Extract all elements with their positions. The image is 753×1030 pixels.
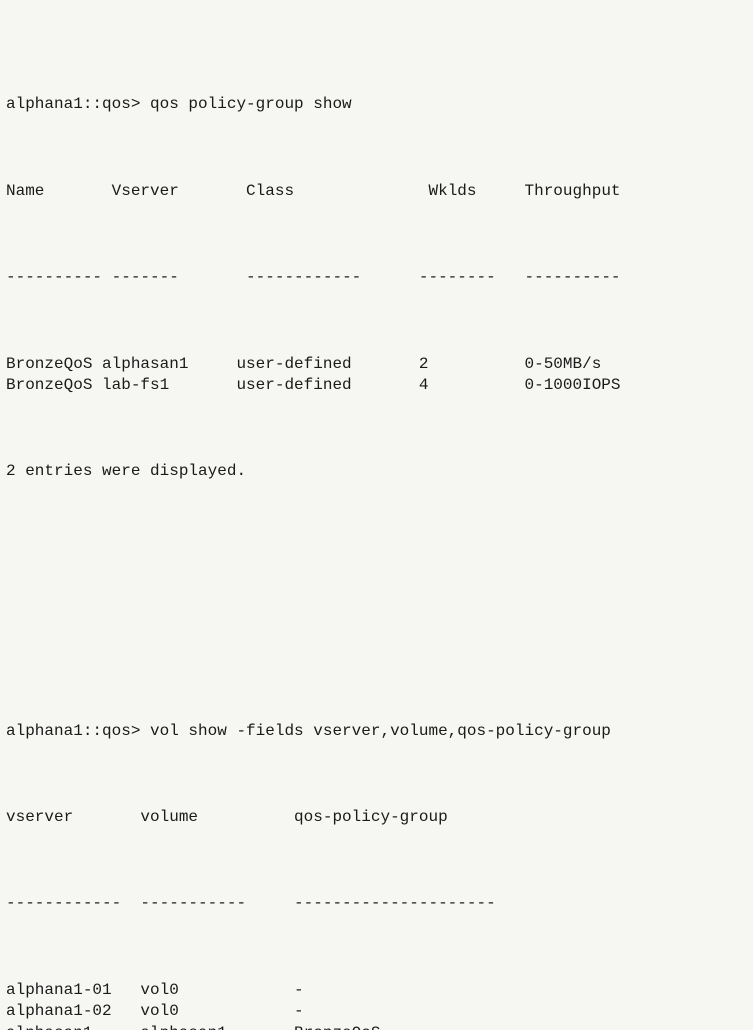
terminal-output: alphana1::qos> qos policy-group show Nam…	[6, 8, 747, 1030]
table-row: alphasan1 alphasan1 BronzeQoS	[6, 1023, 747, 1030]
sep-volume: -----------	[140, 894, 294, 912]
sep-qpg: ---------------------	[294, 894, 496, 912]
qos-rows: BronzeQoS alphasan1 user-defined 2 0-50M…	[6, 354, 747, 397]
col-vserver: vserver	[6, 808, 140, 826]
col-throughput: Throughput	[525, 182, 621, 200]
command-line-1: alphana1::qos> qos policy-group show	[6, 94, 747, 116]
sep-class: ------------	[246, 268, 419, 286]
command: qos policy-group show	[140, 95, 351, 113]
qos-footer: 2 entries were displayed.	[6, 461, 747, 483]
col-class: Class	[246, 182, 428, 200]
sep-wklds: --------	[419, 268, 525, 286]
qos-sep-row: ---------- ------- ------------ --------…	[6, 267, 747, 289]
sep-vserver: -------	[112, 268, 246, 286]
vol-rows: alphana1-01 vol0 -alphana1-02 vol0 -alph…	[6, 980, 747, 1030]
vol-header-row: vserver volume qos-policy-group	[6, 807, 747, 829]
col-wklds: Wklds	[428, 182, 524, 200]
table-row: alphana1-01 vol0 -	[6, 980, 747, 1002]
sep-name: ----------	[6, 268, 112, 286]
table-row: alphana1-02 vol0 -	[6, 1001, 747, 1023]
col-qpg: qos-policy-group	[294, 808, 448, 826]
blank-line	[6, 548, 747, 570]
col-name: Name	[6, 182, 112, 200]
qos-header-row: Name Vserver Class Wklds Throughput	[6, 181, 747, 203]
table-row: BronzeQoS alphasan1 user-defined 2 0-50M…	[6, 354, 747, 376]
table-row: BronzeQoS lab-fs1 user-defined 4 0-1000I…	[6, 375, 747, 397]
command-line-2: alphana1::qos> vol show -fields vserver,…	[6, 721, 747, 743]
blank-line	[6, 613, 747, 635]
sep-vserver: ------------	[6, 894, 140, 912]
sep-throughput: ----------	[525, 268, 621, 286]
command: vol show -fields vserver,volume,qos-poli…	[140, 722, 610, 740]
col-volume: volume	[140, 808, 294, 826]
prompt: alphana1::qos>	[6, 95, 140, 113]
col-vserver: Vserver	[112, 182, 246, 200]
vol-sep-row: ------------ ----------- ---------------…	[6, 893, 747, 915]
prompt: alphana1::qos>	[6, 722, 140, 740]
